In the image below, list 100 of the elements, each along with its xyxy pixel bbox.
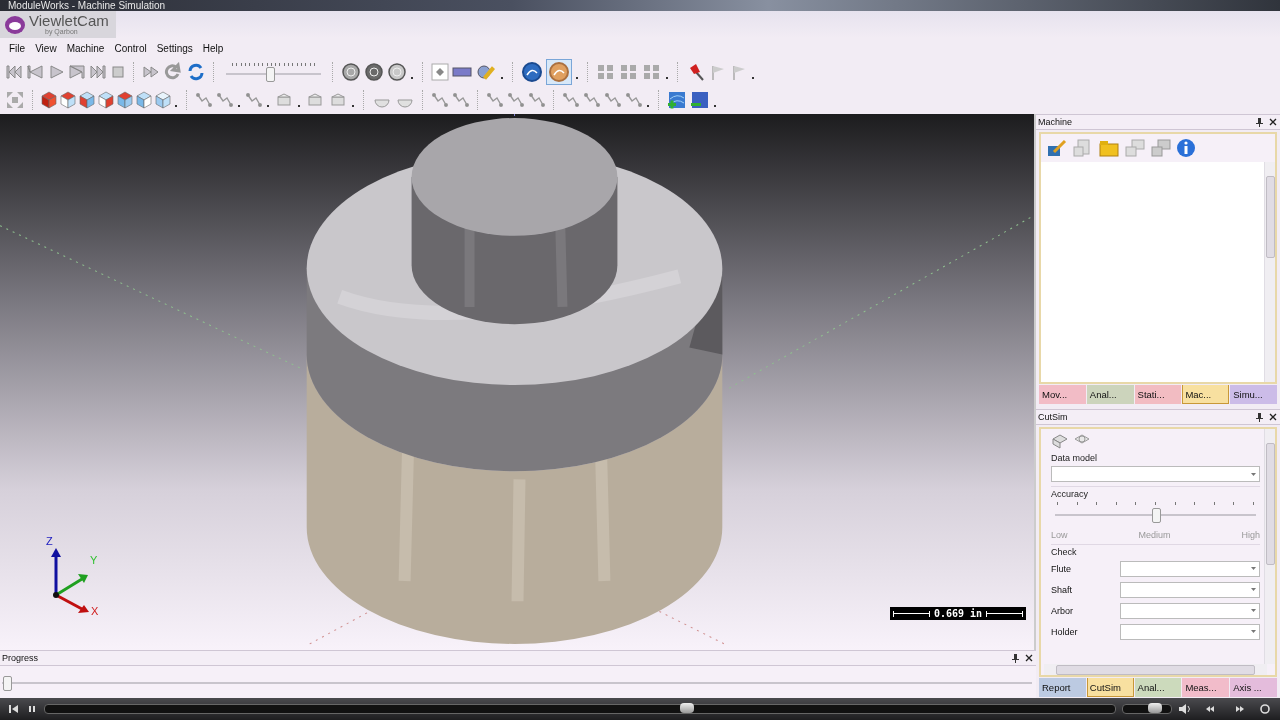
scrollbar[interactable] — [1264, 162, 1275, 382]
panel-tab[interactable]: Anal... — [1086, 385, 1134, 404]
path-icon[interactable] — [562, 91, 580, 109]
tool-path-icon[interactable] — [195, 91, 213, 109]
volume-thumb[interactable] — [1148, 703, 1163, 713]
axis-label: Y — [90, 554, 98, 566]
box-tool-icon[interactable] — [1051, 433, 1069, 449]
field-label: Shaft — [1051, 584, 1073, 595]
gauge-icon[interactable] — [341, 62, 361, 82]
panel-tab[interactable]: CutSim — [1086, 678, 1134, 697]
path-icon[interactable] — [583, 91, 601, 109]
grid-icon[interactable] — [619, 63, 639, 81]
cube-icon[interactable] — [60, 91, 76, 109]
skip-back-icon[interactable] — [8, 704, 20, 714]
tool-path-icon[interactable] — [528, 91, 546, 109]
panel-title: Machine — [1038, 117, 1073, 127]
cube-icon[interactable] — [136, 91, 152, 109]
panel-title: CutSim — [1038, 412, 1068, 422]
rotate-icon[interactable] — [163, 62, 183, 82]
gear-icon[interactable] — [475, 62, 497, 82]
menu-item[interactable]: File — [4, 42, 31, 54]
skip-end-icon[interactable] — [89, 64, 107, 80]
scrollbar[interactable] — [1264, 429, 1275, 664]
dropdown-arrow-icon[interactable] — [1251, 588, 1256, 591]
cube-icon[interactable] — [79, 91, 95, 109]
map-remove-icon[interactable] — [690, 90, 710, 110]
dropdown-arrow-icon[interactable] — [1251, 630, 1256, 633]
settings-icon[interactable] — [1258, 703, 1272, 715]
panel-tab[interactable]: Report — [1039, 678, 1086, 697]
dropdown-arrow-icon[interactable] — [1251, 472, 1256, 476]
data-model-dropdown[interactable] — [1051, 466, 1260, 482]
map-add-icon[interactable] — [667, 90, 687, 110]
field-label: Data model — [1051, 453, 1099, 463]
menu-item[interactable]: Settings — [151, 42, 198, 54]
menu-item[interactable]: View — [30, 42, 62, 54]
pin-icon[interactable] — [1012, 653, 1019, 663]
globe-icon[interactable] — [521, 61, 543, 83]
gauge-icon[interactable] — [387, 62, 407, 82]
stop-icon[interactable] — [110, 64, 126, 80]
panel-tab[interactable]: Mac... — [1182, 385, 1230, 404]
dropdown-field[interactable] — [1120, 623, 1260, 640]
step-back-icon[interactable] — [26, 64, 44, 80]
axis-label: Z — [46, 535, 53, 547]
info-icon[interactable] — [1176, 138, 1196, 158]
slider-thumb[interactable] — [266, 66, 276, 82]
cube-icon[interactable] — [117, 91, 133, 109]
close-icon[interactable] — [1025, 653, 1033, 662]
fit-view-icon[interactable] — [5, 90, 25, 110]
play-icon[interactable] — [47, 64, 65, 80]
ruler-icon[interactable] — [452, 65, 472, 79]
pause-icon[interactable] — [26, 704, 38, 714]
slider-mark-label: High — [1241, 530, 1260, 540]
slider-mark-label: Medium — [1138, 530, 1171, 540]
close-icon[interactable] — [1269, 117, 1277, 126]
edit-icon[interactable] — [1046, 138, 1068, 158]
tool-path-icon[interactable] — [486, 91, 504, 109]
tool-path-icon[interactable] — [507, 91, 525, 109]
menu-item[interactable]: Control — [109, 42, 152, 54]
cube-icon[interactable] — [41, 91, 57, 109]
path-icon[interactable] — [431, 91, 449, 109]
dropdown-field[interactable] — [1120, 602, 1260, 619]
seek-thumb[interactable] — [680, 703, 694, 713]
logo-icon — [4, 14, 26, 35]
horizontal-scrollbar[interactable] — [1044, 664, 1267, 675]
folder-icon[interactable] — [1098, 138, 1120, 158]
dropdown-field[interactable] — [1120, 581, 1260, 598]
cube-icon[interactable] — [98, 91, 114, 109]
panel-tab[interactable]: Meas... — [1182, 678, 1230, 697]
logo-name: ViewletCam — [29, 13, 109, 28]
axis-triad-icon — [51, 548, 89, 613]
panel-tab[interactable]: Stati... — [1134, 385, 1182, 404]
field-label: Holder — [1051, 626, 1079, 637]
field-label: Accuracy — [1051, 489, 1089, 499]
scale-label: 0.669 in — [933, 608, 983, 619]
pin-icon[interactable] — [1256, 412, 1263, 422]
panel-tab[interactable]: Anal... — [1134, 678, 1182, 697]
skip-start-icon[interactable] — [5, 64, 23, 80]
close-icon[interactable] — [1269, 412, 1277, 421]
menu-item[interactable]: Machine — [61, 42, 110, 54]
gauge-icon[interactable] — [364, 62, 384, 82]
panel-tab[interactable]: Axis ... — [1230, 678, 1277, 697]
refresh-icon[interactable] — [186, 62, 206, 82]
path-icon[interactable] — [604, 91, 622, 109]
panel-title: Progress — [2, 653, 38, 663]
monitor-icon[interactable] — [1150, 138, 1172, 158]
panel-tab[interactable]: Simu... — [1230, 385, 1277, 404]
dropdown-field[interactable] — [1120, 560, 1260, 577]
speaker-icon[interactable] — [1178, 704, 1192, 714]
dropdown-arrow-icon[interactable] — [1251, 567, 1256, 570]
step-forward-icon[interactable] — [68, 64, 86, 80]
grid-icon[interactable] — [596, 63, 616, 81]
slider-thumb[interactable] — [3, 676, 12, 691]
dropdown-arrow-icon[interactable] — [1251, 609, 1256, 612]
path-icon[interactable] — [452, 91, 470, 109]
eraser-icon[interactable] — [431, 63, 449, 81]
volume-slider[interactable] — [1122, 704, 1172, 714]
panel-tab[interactable]: Mov... — [1039, 385, 1086, 404]
pin-icon[interactable] — [1256, 117, 1263, 127]
slider-thumb[interactable] — [1151, 508, 1161, 523]
menu-item[interactable]: Help — [197, 42, 229, 54]
